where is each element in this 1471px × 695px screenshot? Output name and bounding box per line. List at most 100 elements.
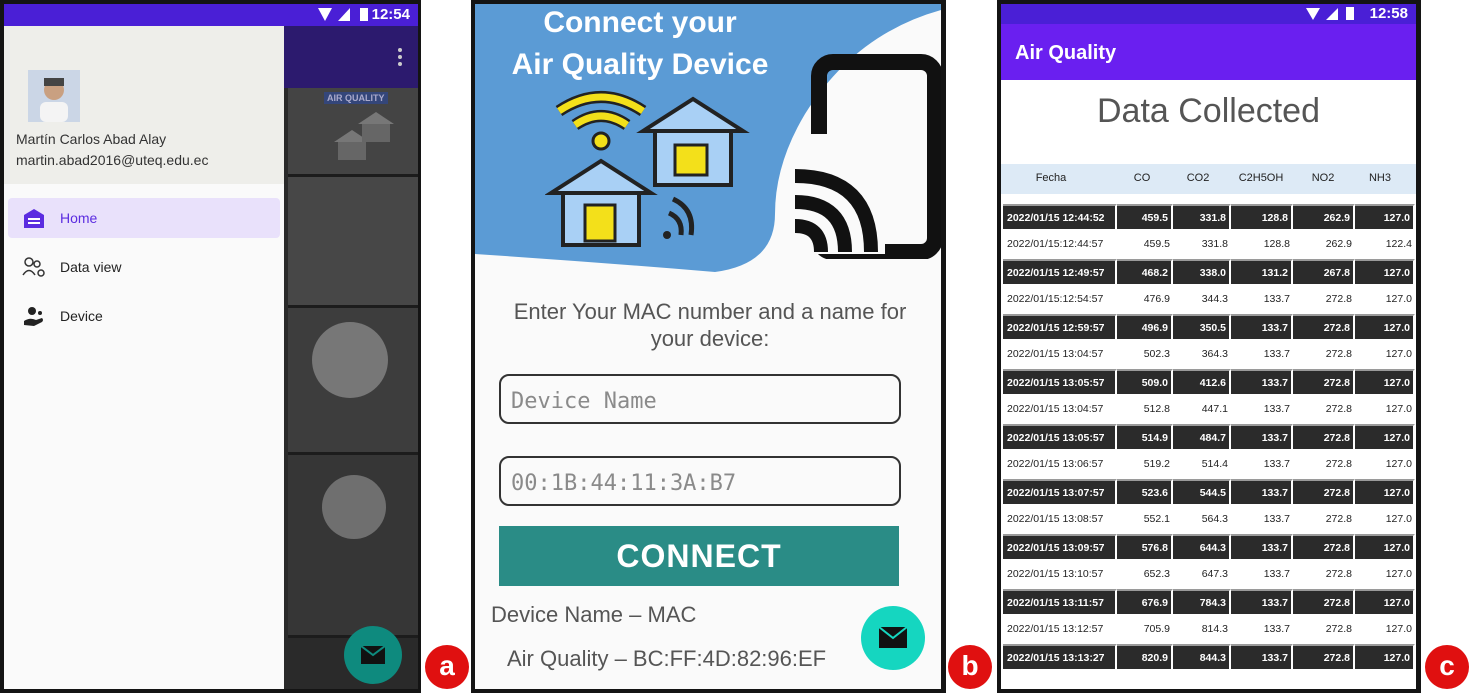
table-cell: 705.9 [1117, 614, 1173, 644]
table-cell: 468.2 [1117, 259, 1173, 284]
table-cell: 127.0 [1355, 589, 1415, 614]
device-list-item[interactable]: Air Quality – BC:FF:4D:82:96:EF [507, 646, 826, 672]
sensor-image [322, 475, 386, 539]
table-cell: 514.9 [1117, 424, 1173, 449]
fab-email-a[interactable] [344, 626, 402, 684]
mac-address-input[interactable]: 00:1B:44:11:3A:B7 [499, 456, 901, 506]
instruction-text: Enter Your MAC number and a name for you… [513, 299, 907, 351]
table-cell: 128.8 [1231, 229, 1293, 259]
table-cell: 544.5 [1173, 479, 1231, 504]
table-cell: 127.0 [1355, 644, 1415, 669]
table-cell: 127.0 [1355, 284, 1415, 314]
header-title-line2: Air Quality Device [511, 48, 769, 81]
overflow-menu-icon[interactable] [398, 48, 402, 66]
table-row: 2022/01/15 13:05:57 514.9 484.7 133.7 272.8 1… [1003, 424, 1415, 449]
table-row: 2022/01/15 12:49:57 468.2 338.0 131.2 267.8 1… [1003, 259, 1415, 284]
table-cell: 127.0 [1355, 614, 1415, 644]
table-cell: 272.8 [1293, 504, 1355, 534]
table-cell: 512.8 [1117, 394, 1173, 424]
table-row: 2022/01/15:12:44:57 459.5 331.8 128.8 262.9 1… [1003, 229, 1415, 259]
table-cell: 133.7 [1231, 559, 1293, 589]
table-row: 2022/01/15 12:44:52 459.5 331.8 128.8 262.9 1… [1003, 204, 1415, 229]
table-cell: 784.3 [1173, 589, 1231, 614]
table-cell: 127.0 [1355, 259, 1415, 284]
header-title-line1: Connect your [543, 6, 737, 39]
avatar[interactable] [28, 70, 80, 122]
table-cell: 272.8 [1293, 559, 1355, 589]
navigation-drawer: Martín Carlos Abad Alay martin.abad2016@… [4, 26, 284, 689]
table-cell: 127.0 [1355, 394, 1415, 424]
table-cell: 476.9 [1117, 284, 1173, 314]
table-row: 2022/01/15 13:04:57 502.3 364.3 133.7 272.8 1… [1003, 339, 1415, 369]
table-cell: 133.7 [1231, 369, 1293, 394]
column-header: C2H5OH [1238, 172, 1284, 184]
table-cell: 133.7 [1231, 589, 1293, 614]
table-cell: 820.9 [1117, 644, 1173, 669]
table-cell: 350.5 [1173, 314, 1231, 339]
sensor-image [312, 322, 388, 398]
nav-item-label: Device [60, 308, 103, 324]
table-cell: 272.8 [1293, 369, 1355, 394]
table-cell: 331.8 [1173, 204, 1231, 229]
device-list-header: Device Name – MAC [491, 602, 697, 627]
status-bar: 12:54 [4, 4, 418, 26]
table-cell: 127.0 [1355, 504, 1415, 534]
bg-card-circuit [288, 177, 418, 308]
table-cell: 133.7 [1231, 504, 1293, 534]
table-cell: 262.9 [1293, 229, 1355, 259]
table-cell: 2022/01/15 13:04:57 [1003, 339, 1117, 369]
nav-item-device[interactable]: Device [8, 296, 280, 336]
panel-badge-b: b [948, 645, 992, 689]
user-name: Martín Carlos Abad Alay [16, 131, 167, 147]
table-row: 2022/01/15 13:04:57 512.8 447.1 133.7 272.8 1… [1003, 394, 1415, 424]
screen-title: Data Collected [1096, 92, 1320, 130]
table-row: 2022/01/15 13:10:57 652.3 647.3 133.7 272.8 1… [1003, 559, 1415, 589]
table-cell: 2022/01/15:12:54:57 [1003, 284, 1117, 314]
table-cell: 509.0 [1117, 369, 1173, 394]
table-cell: 2022/01/15 13:11:57 [1003, 589, 1117, 614]
table-cell: 133.7 [1231, 424, 1293, 449]
user-email: martin.abad2016@uteq.edu.ec [16, 152, 209, 168]
status-time: 12:58 [1369, 5, 1408, 22]
column-header: NH3 [1368, 172, 1391, 184]
table-cell: 344.3 [1173, 284, 1231, 314]
wifi-icon [318, 8, 332, 21]
app-bar: Air Quality [1001, 24, 1416, 80]
table-cell: 133.7 [1231, 284, 1293, 314]
table-cell: 272.8 [1293, 394, 1355, 424]
bg-card-banner: AIR QUALITY [288, 88, 418, 177]
table-cell: 133.7 [1231, 394, 1293, 424]
table-row: 2022/01/15 13:12:57 705.9 814.3 133.7 272.8 1… [1003, 614, 1415, 644]
table-cell: 484.7 [1173, 424, 1231, 449]
table-cell: 127.0 [1355, 314, 1415, 339]
table-cell: 122.4 [1355, 229, 1415, 259]
table-cell: 502.3 [1117, 339, 1173, 369]
connect-button[interactable]: CONNECT [499, 526, 899, 586]
signal-icon [338, 8, 350, 21]
table-row: 2022/01/15 13:07:57 523.6 544.5 133.7 272.8 1… [1003, 479, 1415, 504]
bg-card-mq135 [288, 455, 418, 638]
table-cell: 262.9 [1293, 204, 1355, 229]
phone-screen-b: Connect your Air Quality Device Enter Yo… [475, 4, 941, 689]
table-cell: 2022/01/15 13:07:57 [1003, 479, 1117, 504]
column-header: NO2 [1311, 172, 1335, 184]
signal-icon [1326, 8, 1338, 20]
device-name-input[interactable]: Device Name [499, 374, 901, 424]
nav-item-data-view[interactable]: Data view [8, 247, 280, 287]
home-icon [24, 209, 44, 228]
table-cell: 2022/01/15 12:49:57 [1003, 259, 1117, 284]
table-cell: 272.8 [1293, 449, 1355, 479]
table-row: 2022/01/15 13:13:27 820.9 844.3 133.7 272.8 1… [1003, 644, 1415, 669]
fab-email-b[interactable] [861, 606, 925, 670]
table-row: 2022/01/15 13:08:57 552.1 564.3 133.7 272.8 1… [1003, 504, 1415, 534]
table-cell: 127.0 [1355, 479, 1415, 504]
table-cell: 844.3 [1173, 644, 1231, 669]
email-icon [879, 627, 907, 648]
table-cell: 331.8 [1173, 229, 1231, 259]
nav-item-home[interactable]: Home [8, 198, 280, 238]
table-cell: 133.7 [1231, 314, 1293, 339]
table-cell: 2022/01/15 13:10:57 [1003, 559, 1117, 589]
table-cell: 814.3 [1173, 614, 1231, 644]
panel-c: 12:58 Air Quality Data Collected Fecha C… [997, 0, 1421, 693]
table-cell: 459.5 [1117, 229, 1173, 259]
